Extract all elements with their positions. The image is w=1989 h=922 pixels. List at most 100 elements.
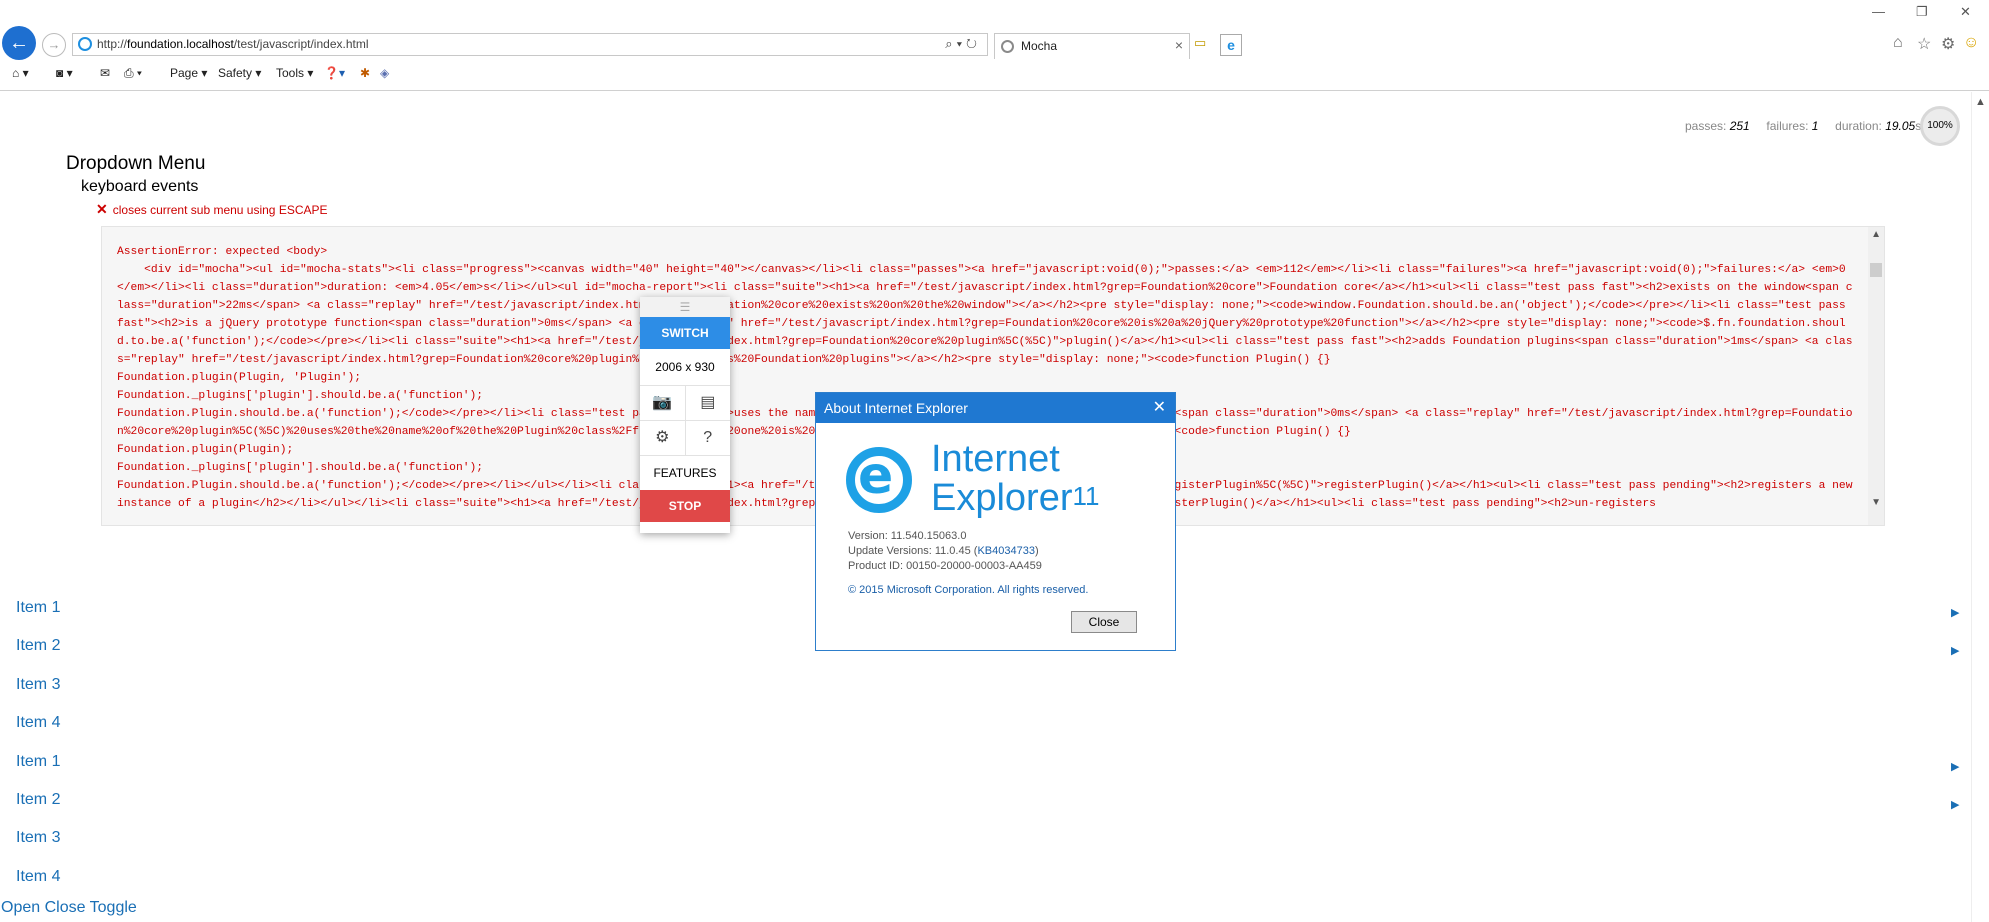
widget-row-capture: 📷 ▤: [640, 386, 730, 421]
tab-mocha[interactable]: Mocha ×: [994, 33, 1190, 59]
menu-item[interactable]: Item 2: [16, 791, 60, 809]
progress-value: 100%: [1927, 120, 1953, 131]
page-scrollbar[interactable]: ▲: [1971, 92, 1989, 922]
tab-title: Mocha: [1021, 39, 1058, 53]
update-label: Update Versions: 11.0.45 (: [848, 545, 978, 557]
passes-label[interactable]: passes:: [1685, 119, 1726, 133]
menu-item[interactable]: Item 2: [16, 637, 60, 655]
stop-button[interactable]: STOP: [640, 490, 730, 522]
update-line: Update Versions: 11.0.45 (KB4034733): [848, 545, 1039, 557]
brand-line1: Internet: [931, 438, 1060, 480]
tab-favicon-icon: [1001, 40, 1014, 53]
version-line: Version: 11.540.15063.0: [848, 530, 967, 542]
submenu-arrow-icon[interactable]: ▶: [1951, 644, 1959, 657]
dialog-close-icon[interactable]: ✕: [1153, 393, 1166, 423]
safety-menu[interactable]: Safety ▾: [218, 66, 261, 80]
address-tools: ⌕▾↻: [945, 36, 981, 52]
back-arrow-icon: ←: [9, 32, 29, 54]
open-close-toggle[interactable]: Open Close Toggle: [1, 899, 137, 917]
address-bar[interactable]: http://foundation.localhost/test/javascr…: [72, 33, 988, 56]
duration-value: 19.05: [1885, 119, 1916, 133]
switch-button[interactable]: SWITCH: [640, 317, 730, 349]
window-close-icon[interactable]: ✕: [1960, 4, 1971, 20]
error-scroll-up-icon[interactable]: ▲: [1871, 229, 1881, 240]
smiley-feedback-icon[interactable]: ☺: [1963, 34, 1979, 52]
copyright-line: © 2015 Microsoft Corporation. All rights…: [848, 584, 1089, 596]
feeds-icon[interactable]: ◙ ▾: [56, 66, 73, 80]
failures-count: 1: [1811, 119, 1819, 133]
page-menu[interactable]: Page ▾: [170, 66, 207, 80]
home-icon[interactable]: ⌂: [1893, 34, 1903, 52]
menu-item[interactable]: Item 1: [16, 753, 60, 771]
dialog-titlebar[interactable]: About Internet Explorer ✕: [816, 393, 1175, 423]
forward-button[interactable]: →: [42, 33, 66, 57]
menu-item[interactable]: Item 4: [16, 868, 60, 886]
forward-arrow-icon: →: [47, 37, 61, 52]
url-text[interactable]: http://foundation.localhost/test/javascr…: [97, 37, 369, 51]
settings-icon[interactable]: ⚙: [640, 421, 685, 455]
suite-title[interactable]: Dropdown Menu: [66, 153, 205, 175]
url-scheme: http://: [97, 37, 128, 51]
error-scroll-thumb[interactable]: [1870, 263, 1882, 277]
research-icon[interactable]: ◈: [380, 66, 389, 80]
url-path: /test/javascript/index.html: [233, 37, 369, 51]
fail-x-icon: ✕: [96, 201, 108, 217]
home-cmd-icon[interactable]: ⌂ ▾: [12, 66, 29, 80]
menu-item[interactable]: Item 3: [16, 676, 60, 694]
dialog-close-button[interactable]: Close: [1071, 611, 1137, 633]
product-id-line: Product ID: 00150-20000-00003-AA459: [848, 560, 1042, 572]
help-icon[interactable]: ❓▾: [324, 66, 345, 80]
dialog-title: About Internet Explorer: [824, 400, 968, 416]
refresh-icon[interactable]: ↻: [966, 36, 981, 51]
scroll-up-icon[interactable]: ▲: [1975, 96, 1986, 108]
mail-icon[interactable]: ✉: [100, 66, 110, 80]
submenu-arrow-icon[interactable]: ▶: [1951, 760, 1959, 773]
menu-item[interactable]: Item 3: [16, 829, 60, 847]
menu-item[interactable]: Item 4: [16, 714, 60, 732]
failed-test[interactable]: ✕ closes current sub menu using ESCAPE: [96, 201, 328, 218]
progress-circle: 100%: [1920, 106, 1960, 146]
browser-chrome: — ❐ ✕ ← → http://foundation.localhost/te…: [0, 0, 1989, 91]
brand-line2: Explorer11: [931, 477, 1100, 520]
camera-icon[interactable]: 📷: [640, 386, 685, 420]
drag-handle-icon[interactable]: ☰: [640, 297, 730, 317]
tab-close-icon[interactable]: ×: [1175, 37, 1183, 53]
settings-gear-icon[interactable]: ⚙: [1941, 34, 1955, 54]
ie-tab-icon[interactable]: e: [1220, 34, 1242, 56]
failed-test-title: closes current sub menu using ESCAPE: [112, 203, 328, 217]
extension-icon[interactable]: ✱: [360, 66, 370, 80]
capture-widget: ☰ SWITCH 2006 x 930 📷 ▤ ⚙ ? FEATURES STO…: [640, 297, 730, 533]
restore-icon[interactable]: ❐: [1916, 4, 1928, 20]
tools-menu[interactable]: Tools ▾: [276, 66, 313, 80]
subsuite-title[interactable]: keyboard events: [81, 178, 198, 196]
gallery-icon[interactable]: ▤: [684, 386, 731, 420]
menu-item[interactable]: Item 1: [16, 599, 60, 617]
error-scrollbar[interactable]: ▲ ▼: [1868, 227, 1884, 525]
passes-count: 251: [1729, 119, 1750, 133]
error-scroll-down-icon[interactable]: ▼: [1871, 497, 1881, 508]
mocha-stats: passes: 251 failures: 1 duration: 19.05s: [1685, 119, 1921, 133]
help-icon[interactable]: ?: [684, 421, 731, 455]
back-button[interactable]: ←: [2, 26, 36, 60]
update-paren: ): [1034, 545, 1039, 557]
print-icon[interactable]: ⎙ ▾: [124, 66, 142, 81]
widget-row-settings: ⚙ ?: [640, 421, 730, 456]
kb-link[interactable]: KB4034733: [977, 545, 1035, 557]
search-icon[interactable]: ⌕: [945, 36, 956, 51]
brand-name: Explorer: [931, 477, 1073, 519]
new-tab-icon[interactable]: ▭: [1194, 35, 1214, 55]
dropdown-icon[interactable]: ▾: [957, 36, 966, 51]
duration-label: duration:: [1835, 119, 1882, 133]
site-favicon-icon: [78, 37, 92, 51]
ie-logo-icon: e: [846, 446, 912, 513]
submenu-arrow-icon[interactable]: ▶: [1951, 606, 1959, 619]
failures-label[interactable]: failures:: [1766, 119, 1808, 133]
url-host: foundation.localhost: [127, 37, 234, 51]
favorites-star-icon[interactable]: ☆: [1917, 34, 1931, 54]
about-ie-dialog: About Internet Explorer ✕ e Internet Exp…: [815, 392, 1176, 651]
brand-version: 11: [1072, 481, 1100, 511]
capture-dimensions: 2006 x 930: [640, 349, 730, 386]
submenu-arrow-icon[interactable]: ▶: [1951, 798, 1959, 811]
minimize-icon[interactable]: —: [1872, 4, 1885, 19]
features-button[interactable]: FEATURES: [640, 456, 730, 490]
